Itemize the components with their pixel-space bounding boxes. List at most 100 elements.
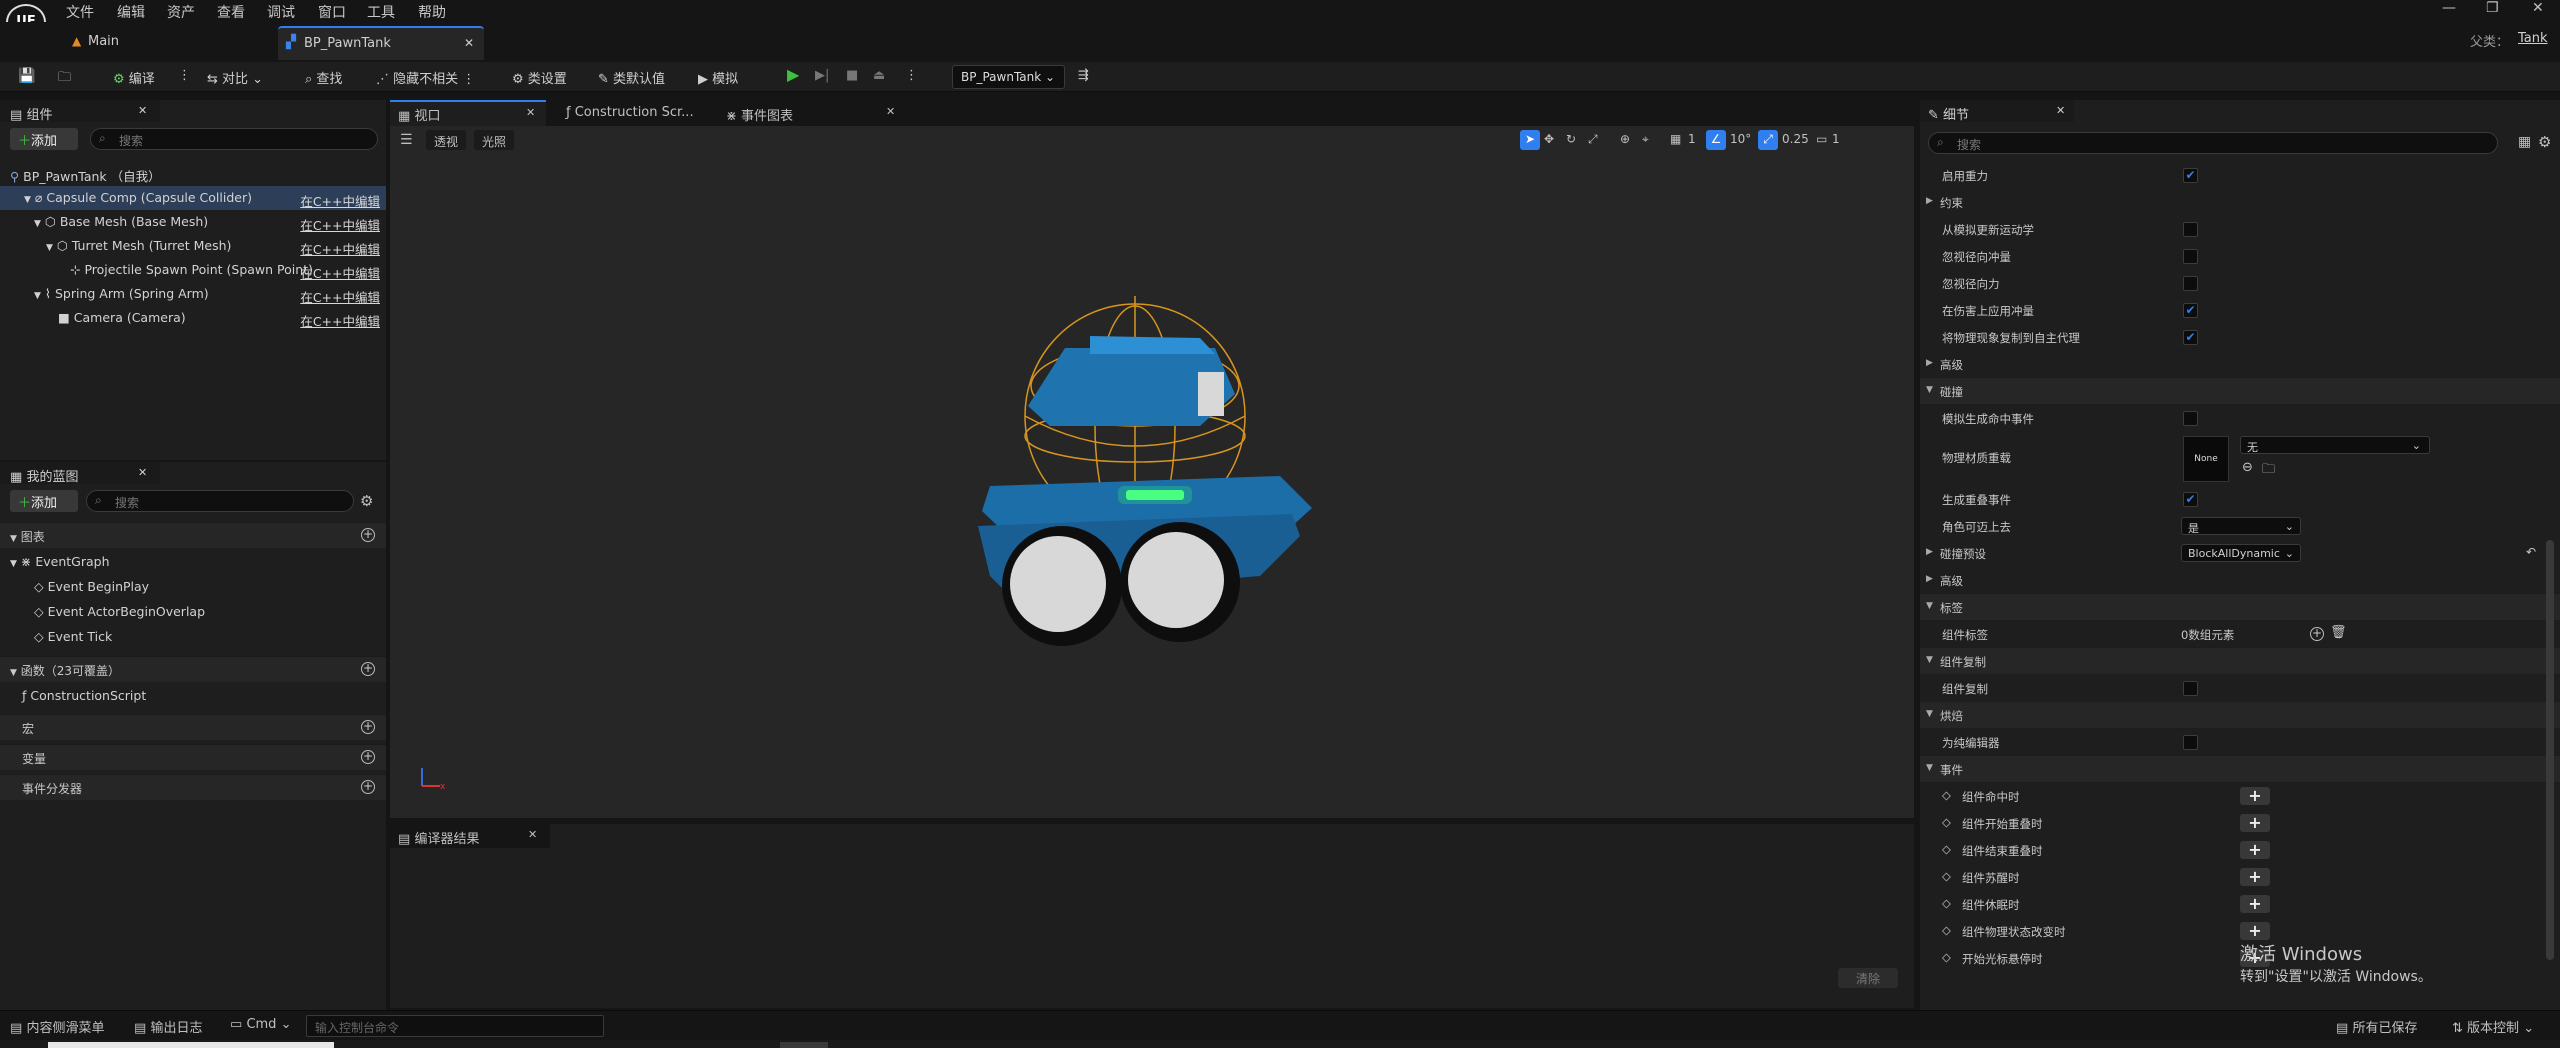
checkbox[interactable]: [2183, 735, 2198, 750]
close-components-icon[interactable]: ✕: [138, 104, 147, 117]
add-graph-icon[interactable]: +: [361, 528, 375, 542]
edit-in-cpp-link[interactable]: 在C++中编辑: [300, 311, 380, 330]
menu-debug[interactable]: 调试: [267, 2, 295, 22]
camera-speed-value[interactable]: 1: [1832, 132, 1840, 146]
settings-gear-icon[interactable]: ⚙: [2538, 133, 2551, 151]
add-macro-icon[interactable]: +: [361, 720, 375, 734]
menu-asset[interactable]: 资产: [167, 2, 195, 22]
details-search[interactable]: ⌕ 搜索: [1928, 132, 2498, 154]
use-selected-icon[interactable]: ⊖: [2242, 460, 2253, 475]
content-drawer-button[interactable]: ▤ 内容侧滑菜单: [10, 1017, 104, 1036]
class-settings-button[interactable]: ⚙ 类设置: [512, 68, 567, 87]
event-graph-item[interactable]: ▼ ⋇ EventGraph: [0, 550, 386, 574]
perspective-button[interactable]: 透视: [426, 130, 466, 150]
settings-gear-icon[interactable]: ⚙: [360, 492, 373, 510]
components-search[interactable]: ⌕ 搜索: [90, 128, 378, 150]
component-item-capsule[interactable]: ▼ ⌀ Capsule Comp (Capsule Collider) 在C++中…: [0, 186, 386, 210]
add-variable-icon[interactable]: +: [361, 750, 375, 764]
add-function-icon[interactable]: +: [361, 662, 375, 676]
rotation-snap-icon[interactable]: ∠: [1706, 130, 1726, 150]
checkbox[interactable]: [2183, 276, 2198, 291]
reset-icon[interactable]: ↶: [2526, 545, 2536, 559]
scale-tool-icon[interactable]: ⤢: [1588, 132, 1598, 147]
add-component-button[interactable]: ＋添加: [10, 128, 78, 150]
checkbox[interactable]: [2183, 249, 2198, 264]
debug-object-select[interactable]: BP_PawnTank ⌄: [952, 65, 1065, 89]
functions-section[interactable]: ▼ 函数（23可覆盖） +: [0, 656, 386, 682]
construction-script-item[interactable]: ƒ ConstructionScript: [0, 684, 386, 708]
step-icon[interactable]: ▶|: [815, 68, 829, 83]
menu-file[interactable]: 文件: [66, 2, 94, 22]
grid-snap-icon[interactable]: ▦: [1670, 132, 1681, 146]
my-blueprint-tab[interactable]: ▦ 我的蓝图 ✕: [0, 462, 160, 485]
menu-window[interactable]: 窗口: [318, 2, 346, 22]
simulate-button[interactable]: ▶ 模拟: [698, 68, 738, 87]
add-event-button[interactable]: +: [2240, 787, 2270, 805]
output-log-button[interactable]: ▤ 输出日志: [134, 1017, 202, 1036]
view-options-icon[interactable]: ▦: [2518, 134, 2531, 150]
world-space-icon[interactable]: ⊕: [1620, 132, 1630, 146]
close-tab-icon[interactable]: ✕: [464, 36, 474, 50]
source-control-button[interactable]: ⇅ 版本控制 ⌄: [2452, 1017, 2534, 1036]
stop-icon[interactable]: ■: [846, 68, 858, 83]
clear-button[interactable]: 清除: [1838, 968, 1898, 988]
section-cooking[interactable]: ▼ 烘焙: [1920, 702, 2560, 729]
scale-snap-value[interactable]: 0.25: [1782, 132, 1809, 146]
lit-button[interactable]: 光照: [474, 130, 514, 150]
add-event-button[interactable]: +: [2240, 868, 2270, 886]
components-tab[interactable]: ▤ 组件 ✕: [0, 100, 160, 123]
hide-unrelated-button[interactable]: ⋰ 隐藏不相关 ⋮: [376, 68, 475, 87]
component-root[interactable]: ⚲ BP_PawnTank （自我）: [0, 162, 386, 186]
section-events[interactable]: ▼ 事件: [1920, 756, 2560, 783]
trash-icon[interactable]: 🗑: [2330, 625, 2347, 640]
material-thumbnail[interactable]: None: [2183, 436, 2229, 482]
group-advanced[interactable]: ▶ 高级: [1920, 351, 2560, 378]
component-item-spring-arm[interactable]: ▼ ⌇ Spring Arm (Spring Arm) 在C++中编辑: [0, 282, 386, 306]
save-icon[interactable]: 💾: [18, 68, 35, 84]
edit-in-cpp-link[interactable]: 在C++中编辑: [300, 263, 380, 282]
event-item[interactable]: ◇ Event BeginPlay: [0, 575, 386, 599]
event-item[interactable]: ◇ Event Tick: [0, 625, 386, 649]
camera-speed-icon[interactable]: ▭: [1816, 132, 1827, 146]
graphs-section[interactable]: ▼ 图表 +: [0, 522, 386, 548]
class-defaults-button[interactable]: ✎ 类默认值: [598, 68, 665, 87]
menu-view[interactable]: 查看: [217, 2, 245, 22]
parent-class-link[interactable]: Tank: [2518, 31, 2548, 46]
surface-snap-icon[interactable]: ⌖: [1642, 132, 1649, 147]
phys-material-select[interactable]: 无 ⌄: [2240, 436, 2430, 454]
checkbox[interactable]: ✔: [2183, 492, 2198, 507]
close-my-blueprint-icon[interactable]: ✕: [138, 466, 147, 479]
tab-bp-pawntank[interactable]: ▞ BP_PawnTank ✕: [278, 26, 484, 60]
viewport[interactable]: ☰ 透视 光照 ➤ ✥ ↻ ⤢ ⊕ ⌖ ▦ 1 ∠ 10° ⤢ 0.25 ▭ 1: [390, 126, 1914, 818]
add-element-icon[interactable]: +: [2310, 627, 2324, 641]
scale-snap-icon[interactable]: ⤢: [1758, 130, 1778, 150]
group-constraints[interactable]: ▶ 约束: [1920, 189, 2560, 216]
diff-button[interactable]: ⇆ 对比 ⌄: [207, 68, 263, 87]
close-compiler-icon[interactable]: ✕: [528, 828, 537, 841]
checkbox[interactable]: ✔: [2183, 330, 2198, 345]
eject-icon[interactable]: ⏏: [873, 68, 885, 83]
cmd-select[interactable]: ▭ Cmd ⌄: [230, 1017, 291, 1032]
edit-in-cpp-link[interactable]: 在C++中编辑: [300, 239, 380, 258]
checkbox[interactable]: ✔: [2183, 168, 2198, 183]
rotation-snap-value[interactable]: 10°: [1730, 132, 1751, 146]
group-advanced-2[interactable]: ▶ 高级: [1920, 567, 2560, 594]
add-event-button[interactable]: +: [2240, 922, 2270, 940]
add-event-button[interactable]: +: [2240, 895, 2270, 913]
edit-in-cpp-link[interactable]: 在C++中编辑: [300, 287, 380, 306]
find-button[interactable]: ⌕ 查找: [305, 68, 342, 87]
add-event-button[interactable]: +: [2240, 814, 2270, 832]
checkbox[interactable]: ✔: [2183, 303, 2198, 318]
collision-preset-select[interactable]: BlockAllDynamic ⌄: [2181, 544, 2301, 562]
checkbox[interactable]: [2183, 222, 2198, 237]
play-options-icon[interactable]: ⋮: [905, 68, 918, 83]
tank-model[interactable]: [930, 276, 1350, 656]
menu-edit[interactable]: 编辑: [117, 2, 145, 22]
section-collision[interactable]: ▼ 碰撞: [1920, 378, 2560, 405]
details-scrollbar[interactable]: [2546, 540, 2554, 960]
tab-viewport[interactable]: ▦ 视口 ✕: [390, 100, 546, 126]
edit-in-cpp-link[interactable]: 在C++中编辑: [300, 191, 380, 210]
dispatchers-section[interactable]: 事件分发器 +: [0, 774, 386, 800]
close-viewport-icon[interactable]: ✕: [526, 106, 535, 119]
console-input[interactable]: 输入控制台命令: [306, 1015, 604, 1037]
